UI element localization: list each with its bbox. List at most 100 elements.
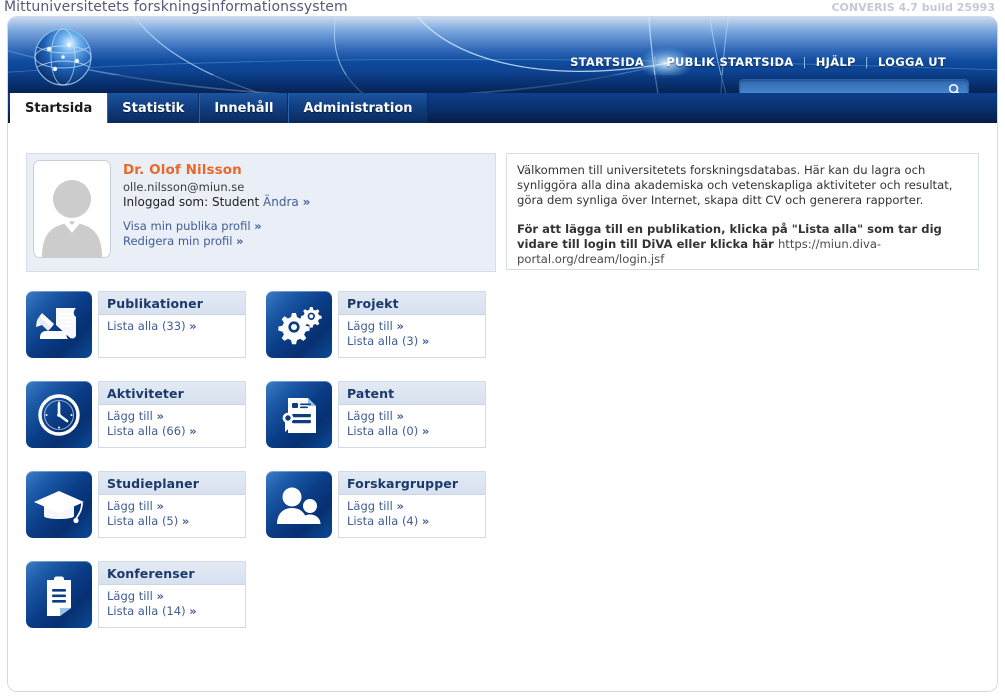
card-link-row: Lista alla (3) » (347, 334, 485, 349)
card-body: Publikationer Lista alla (33) » (98, 291, 246, 358)
card-projekt[interactable]: Projekt Lägg till » Lista alla (3) » (266, 291, 486, 360)
card-link-row: Lägg till » (347, 319, 485, 334)
tab-innehall[interactable]: Innehåll (199, 93, 289, 123)
card-title: Patent (347, 385, 395, 401)
card-links: Lägg till » Lista alla (3) » (339, 315, 485, 349)
card-header: Aktiviteter (99, 382, 245, 405)
card-aktiviteter[interactable]: Aktiviteter Lägg till » Lista alla (66) … (26, 381, 246, 450)
chevron-right-icon: » (421, 334, 430, 348)
card-link-row: Lista alla (66) » (107, 424, 245, 439)
scroll-pencil-icon[interactable] (26, 291, 92, 358)
card-header: Publikationer (99, 292, 245, 315)
tab-statistik[interactable]: Statistik (107, 93, 200, 123)
tab-label: Startsida (25, 100, 93, 116)
chevron-right-icon: » (189, 319, 197, 333)
chevron-right-icon: » (421, 424, 430, 438)
chevron-right-icon: » (156, 409, 164, 423)
add-link[interactable]: Lägg till (347, 499, 393, 513)
search-input[interactable] (746, 80, 940, 93)
list-all-link[interactable]: Lista alla (4) (347, 514, 418, 528)
card-link-row: Lägg till » (107, 589, 245, 604)
card-header: Forskargrupper (339, 472, 485, 495)
title-bar: Mittuniversitetets forskningsinformation… (0, 0, 1005, 17)
tab-startsida[interactable]: Startsida (10, 93, 108, 123)
card-body: Forskargrupper Lägg till » Lista alla (4… (338, 471, 486, 538)
card-link-row: Lista alla (33) » (107, 319, 245, 334)
card-links: Lägg till » Lista alla (4) » (339, 495, 485, 529)
build-version-label: CONVERIS 4.7 build 25993 (831, 1, 995, 14)
card-body: Studieplaner Lägg till » Lista alla (5) … (98, 471, 246, 538)
chevron-right-icon: » (189, 604, 197, 618)
card-body: Aktiviteter Lägg till » Lista alla (66) … (98, 381, 246, 448)
list-all-link[interactable]: Lista alla (66) (107, 424, 186, 438)
clipboard-icon[interactable] (26, 561, 92, 628)
card-header: Projekt (339, 292, 485, 315)
chevron-right-icon: » (396, 409, 404, 423)
certificate-seal-icon[interactable] (266, 381, 332, 448)
card-link-row: Lägg till » (347, 409, 485, 424)
main-content: Dr. Olof Nilsson olle.nilsson@miun.se In… (8, 123, 997, 691)
card-studieplaner[interactable]: Studieplaner Lägg till » Lista alla (5) … (26, 471, 246, 540)
people-group-icon[interactable] (266, 471, 332, 538)
search-icon[interactable] (948, 83, 962, 93)
app-title: Mittuniversitetets forskningsinformation… (4, 0, 348, 15)
add-link[interactable]: Lägg till (347, 409, 393, 423)
card-konferenser[interactable]: Konferenser Lägg till » Lista alla (14) … (26, 561, 246, 630)
nav-link-publik-startsida[interactable]: PUBLIK STARTSIDA (657, 55, 802, 69)
card-body: Projekt Lägg till » Lista alla (3) » (338, 291, 486, 358)
card-title: Konferenser (107, 565, 195, 581)
card-header: Konferenser (99, 562, 245, 585)
list-all-link[interactable]: Lista alla (5) (107, 514, 178, 528)
add-link[interactable]: Lägg till (107, 409, 153, 423)
graduation-cap-icon[interactable] (26, 471, 92, 538)
add-link[interactable]: Lägg till (107, 499, 153, 513)
card-link-row: Lista alla (5) » (107, 514, 245, 529)
card-title: Projekt (347, 295, 399, 311)
list-all-link[interactable]: Lista alla (33) (107, 319, 186, 333)
tab-administration[interactable]: Administration (288, 93, 428, 123)
card-title: Aktiviteter (107, 385, 184, 401)
tab-label: Administration (303, 100, 413, 116)
chevron-right-icon: » (189, 424, 197, 438)
card-links: Lägg till » Lista alla (14) » (99, 585, 245, 619)
card-header: Patent (339, 382, 485, 405)
add-link[interactable]: Lägg till (107, 589, 153, 603)
chevron-right-icon: » (156, 499, 164, 513)
chevron-right-icon: » (421, 514, 430, 528)
chevron-right-icon: » (396, 319, 404, 333)
list-all-link[interactable]: Lista alla (0) (347, 424, 418, 438)
card-header: Studieplaner (99, 472, 245, 495)
card-link-row: Lista alla (0) » (347, 424, 485, 439)
header-banner: STARTSIDA | PUBLIK STARTSIDA | HJÄLP | L… (8, 17, 997, 93)
card-link-row: Lägg till » (347, 499, 485, 514)
app-shell: STARTSIDA | PUBLIK STARTSIDA | HJÄLP | L… (8, 17, 997, 691)
card-link-row: Lägg till » (107, 499, 245, 514)
tab-label: Innehåll (214, 100, 274, 116)
search-box[interactable] (739, 79, 969, 93)
card-title: Studieplaner (107, 475, 199, 491)
card-link-row: Lista alla (4) » (347, 514, 485, 529)
card-forskargrupper[interactable]: Forskargrupper Lägg till » Lista alla (4… (266, 471, 486, 540)
list-all-link[interactable]: Lista alla (3) (347, 334, 418, 348)
card-title: Publikationer (107, 295, 204, 311)
clock-icon[interactable] (26, 381, 92, 448)
card-links: Lista alla (33) » (99, 315, 245, 334)
nav-link-logga-ut[interactable]: LOGGA UT (869, 55, 955, 69)
list-all-link[interactable]: Lista alla (14) (107, 604, 186, 618)
gears-icon[interactable] (266, 291, 332, 358)
module-card-grid: Publikationer Lista alla (33) » Projekt … (8, 123, 997, 691)
add-link[interactable]: Lägg till (347, 319, 393, 333)
card-links: Lägg till » Lista alla (5) » (99, 495, 245, 529)
card-body: Patent Lägg till » Lista alla (0) » (338, 381, 486, 448)
tab-strip: Startsida Statistik Innehåll Administrat… (8, 93, 997, 123)
card-body: Konferenser Lägg till » Lista alla (14) … (98, 561, 246, 628)
nav-link-hjalp[interactable]: HJÄLP (807, 55, 865, 69)
card-patent[interactable]: Patent Lägg till » Lista alla (0) » (266, 381, 486, 450)
nav-link-startsida[interactable]: STARTSIDA (561, 55, 653, 69)
card-publikationer[interactable]: Publikationer Lista alla (33) » (26, 291, 246, 360)
globe-network-icon (34, 28, 92, 86)
chevron-right-icon: » (181, 514, 190, 528)
chevron-right-icon: » (156, 589, 164, 603)
card-links: Lägg till » Lista alla (66) » (99, 405, 245, 439)
card-links: Lägg till » Lista alla (0) » (339, 405, 485, 439)
